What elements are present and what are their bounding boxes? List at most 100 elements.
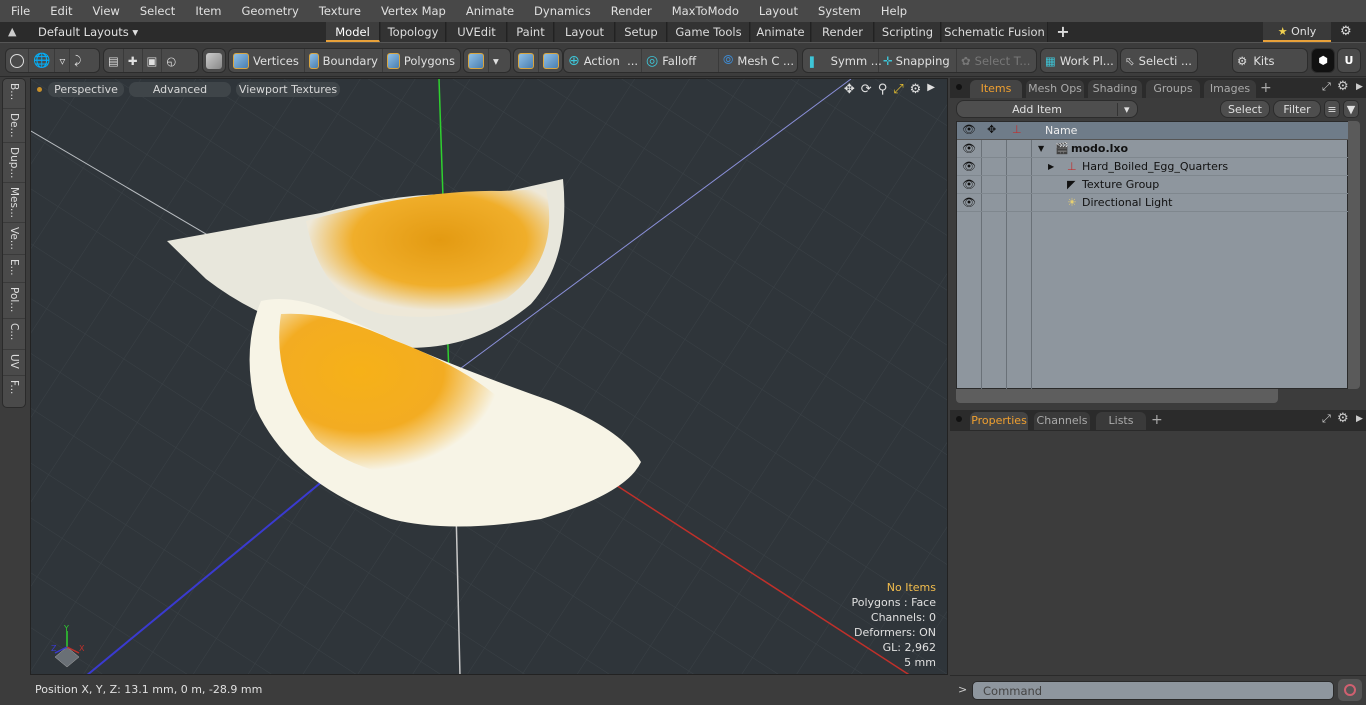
polygons-button[interactable]: Polygons: [383, 49, 459, 72]
menu-geometry[interactable]: Geometry: [231, 0, 308, 22]
left-tab-vertex[interactable]: Ve...: [3, 223, 25, 255]
selection-sets-button[interactable]: ⬁ Selecti ...: [1120, 48, 1198, 73]
menu-file[interactable]: File: [0, 0, 39, 22]
panel-gear-icon[interactable]: ⚙: [1337, 411, 1349, 426]
unreal-button[interactable]: U: [1337, 48, 1361, 73]
tab-layout[interactable]: Layout: [555, 22, 615, 42]
shading-advanced-button[interactable]: Advanced: [129, 82, 231, 97]
panel-menu-arrow-icon[interactable]: ▶: [1356, 414, 1363, 424]
material-dropdown[interactable]: ▾: [489, 49, 503, 72]
work-plane-button[interactable]: ▦ Work Pl...: [1040, 48, 1118, 73]
visibility-column-icon[interactable]: 👁: [962, 123, 976, 136]
select-through-button[interactable]: ✿ Select T...: [957, 49, 1035, 72]
left-tab-basic[interactable]: B...: [3, 79, 25, 109]
viewport-gear-icon[interactable]: ⚙: [910, 82, 922, 97]
menu-dynamics[interactable]: Dynamics: [523, 0, 600, 22]
tab-shading[interactable]: Shading: [1088, 80, 1142, 98]
tab-paint[interactable]: Paint: [508, 22, 554, 42]
viewport-menu-arrow-icon[interactable]: ▶: [927, 82, 935, 97]
falloff-button[interactable]: ◎ Falloff: [642, 49, 719, 72]
move-view-icon[interactable]: ✥: [844, 82, 855, 97]
list-options-button[interactable]: ≡: [1324, 100, 1340, 118]
tab-channels[interactable]: Channels: [1034, 412, 1090, 430]
eye-icon[interactable]: 👁: [962, 176, 976, 194]
pen-button[interactable]: ▿: [55, 49, 71, 72]
tab-items[interactable]: Items: [970, 80, 1022, 98]
left-tab-deform[interactable]: De...: [3, 109, 25, 143]
left-tab-edge[interactable]: E...: [3, 255, 25, 283]
tab-topology[interactable]: Topology: [381, 22, 446, 42]
only-button[interactable]: ★ Only: [1263, 22, 1331, 42]
record-macro-button[interactable]: [1338, 679, 1362, 701]
tab-model[interactable]: Model: [326, 22, 380, 42]
dial-button[interactable]: ◵: [162, 49, 180, 72]
left-tab-polygon[interactable]: Pol...: [3, 283, 25, 319]
left-tab-uv[interactable]: UV: [3, 350, 25, 376]
maximize-view-icon[interactable]: ⤢: [893, 82, 903, 97]
menu-vertex-map[interactable]: Vertex Map: [370, 0, 455, 22]
tree-row-scene[interactable]: 👁 ▼ 🎬 modo.lxo: [957, 140, 1349, 158]
menu-texture[interactable]: Texture: [308, 0, 370, 22]
tab-groups[interactable]: Groups: [1146, 80, 1200, 98]
default-layouts-dropdown[interactable]: Default Layouts ▾: [38, 25, 138, 39]
lasso-button[interactable]: ⤸: [70, 49, 85, 72]
tab-setup[interactable]: Setup: [616, 22, 667, 42]
name-column-header[interactable]: Name: [1045, 124, 1077, 137]
filter-button[interactable]: Filter: [1273, 100, 1321, 118]
command-input[interactable]: Command: [972, 681, 1334, 700]
add-layout-tab-button[interactable]: +: [1052, 22, 1074, 42]
eye-icon[interactable]: 👁: [962, 140, 976, 158]
expand-panel-icon[interactable]: ⤢: [1322, 80, 1331, 94]
tab-images[interactable]: Images: [1204, 80, 1256, 98]
kits-button[interactable]: ⚙ Kits: [1232, 48, 1308, 73]
rotate-view-icon[interactable]: ⟳: [861, 82, 872, 97]
panel-gear-icon[interactable]: ⚙: [1337, 79, 1349, 94]
eye-icon[interactable]: 👁: [962, 194, 976, 212]
boundary-button[interactable]: Boundary: [305, 49, 383, 72]
cross-button[interactable]: ✚: [124, 49, 143, 72]
tree-vertical-scrollbar[interactable]: [1348, 121, 1360, 389]
symmetry-cube-button[interactable]: [514, 49, 539, 72]
modo-cube-button[interactable]: ⬢: [1311, 48, 1335, 73]
tab-mesh-ops[interactable]: Mesh Ops: [1026, 80, 1084, 98]
menu-select[interactable]: Select: [129, 0, 184, 22]
align-button[interactable]: ▤: [104, 49, 124, 72]
viewport-status-dot[interactable]: [37, 87, 42, 92]
mesh-constraint-button[interactable]: ⦾ Mesh C ...: [719, 49, 797, 72]
expand-arrow-icon[interactable]: ▶: [1048, 158, 1054, 176]
menu-view[interactable]: View: [82, 0, 129, 22]
menu-edit[interactable]: Edit: [39, 0, 81, 22]
collapse-arrow-icon[interactable]: ▼: [1038, 140, 1044, 158]
material-mode-button[interactable]: [464, 49, 489, 72]
left-tab-duplicate[interactable]: Dup...: [3, 143, 25, 183]
item-mode-button[interactable]: [202, 48, 226, 73]
3d-viewport[interactable]: Y X Z Perspective Advanced Viewport Text…: [30, 78, 948, 675]
vertices-button[interactable]: Vertices: [229, 49, 305, 72]
left-tab-curve[interactable]: C...: [3, 319, 25, 350]
perspective-button[interactable]: Perspective: [48, 82, 124, 97]
lock-column-icon[interactable]: ✥: [987, 123, 996, 136]
tab-game-tools[interactable]: Game Tools: [668, 22, 750, 42]
tab-scripting[interactable]: Scripting: [875, 22, 941, 42]
tree-row-mesh[interactable]: 👁 ▶ ⊥ Hard_Boiled_Egg_Quarters: [957, 158, 1349, 176]
select-circle-button[interactable]: [6, 49, 29, 72]
tab-animate[interactable]: Animate: [751, 22, 811, 42]
left-tab-fusion[interactable]: F...: [3, 376, 25, 406]
menu-item[interactable]: Item: [184, 0, 230, 22]
type-column-icon[interactable]: ⊥: [1012, 123, 1022, 136]
add-panel-tab-icon[interactable]: +: [1151, 412, 1163, 428]
add-item-dropdown[interactable]: Add Item ▾: [956, 100, 1138, 118]
tab-schematic-fusion[interactable]: Schematic Fusion: [942, 22, 1048, 42]
menu-system[interactable]: System: [807, 0, 870, 22]
select-button[interactable]: Select: [1220, 100, 1270, 118]
left-tab-mesh-edit[interactable]: Mes...: [3, 183, 25, 223]
menu-animate[interactable]: Animate: [455, 0, 523, 22]
globe-button[interactable]: 🌐: [29, 49, 56, 72]
tree-horizontal-scrollbar[interactable]: [956, 389, 1278, 403]
tree-row-directional-light[interactable]: 👁 ☀ Directional Light: [957, 194, 1349, 212]
menu-help[interactable]: Help: [870, 0, 916, 22]
action-center-button[interactable]: ⊕ Action ...: [564, 49, 642, 72]
tree-row-texture-group[interactable]: 👁 ◤ Texture Group: [957, 176, 1349, 194]
menu-layout[interactable]: Layout: [748, 0, 807, 22]
zoom-view-icon[interactable]: ⚲: [878, 82, 888, 97]
